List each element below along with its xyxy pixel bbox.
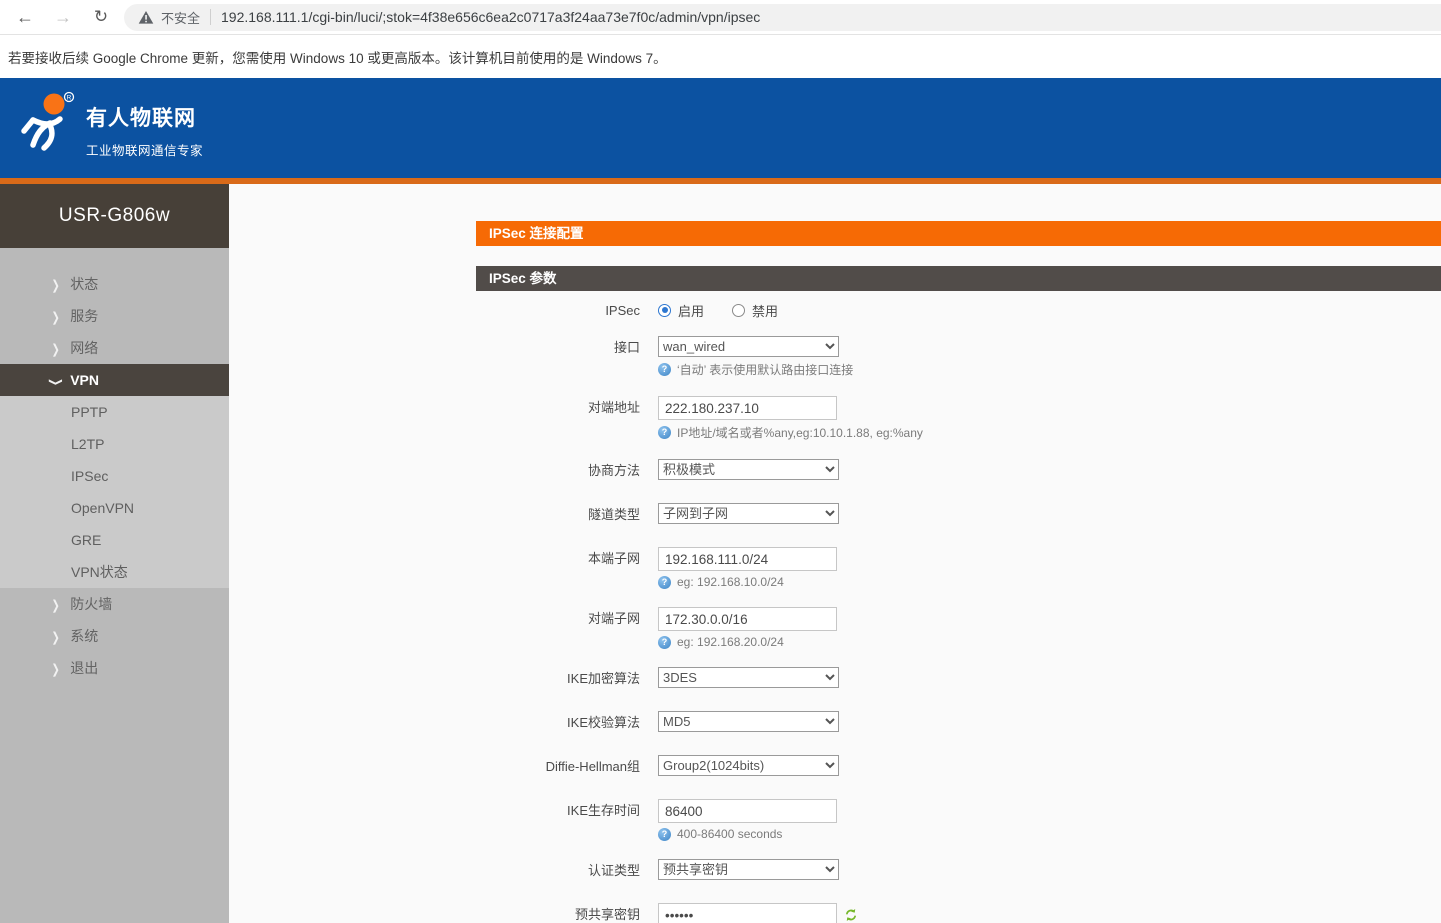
forward-icon[interactable]: → bbox=[52, 7, 74, 28]
ike-lifetime-hint: ? 400-86400 seconds bbox=[658, 827, 837, 841]
dh-group-select[interactable]: Group2(1024bits) bbox=[658, 755, 839, 776]
reload-icon[interactable]: ↻ bbox=[90, 7, 112, 27]
help-icon: ? bbox=[658, 426, 671, 439]
peer-subnet-input[interactable] bbox=[658, 607, 837, 631]
browser-toolbar: ← → ↻ 不安全 192.168.111.1/cgi-bin/luci/;st… bbox=[0, 0, 1441, 35]
address-separator bbox=[210, 9, 211, 25]
sidebar: USR-G806w ❯状态 ❯服务 ❯网络 ❯VPN PPTP L2TP IPS… bbox=[0, 184, 229, 923]
vpn-submenu: PPTP L2TP IPSec OpenVPN GRE VPN状态 bbox=[0, 396, 229, 588]
preshared-key-input[interactable] bbox=[658, 903, 837, 923]
field-label-tunnel-type: 隧道类型 bbox=[229, 503, 640, 526]
hint-text: 400-86400 seconds bbox=[677, 827, 782, 841]
hint-text: eg: 192.168.20.0/24 bbox=[677, 635, 784, 649]
main-content: IPSec 连接配置 IPSec 参数 IPSec 启用 禁用 bbox=[229, 184, 1441, 923]
chevron-right-icon: ❯ bbox=[51, 651, 59, 689]
peer-address-input[interactable] bbox=[658, 396, 837, 420]
brand-name: 有人物联网 bbox=[86, 102, 1441, 132]
brand-slogan: 工业物联网通信专家 bbox=[86, 140, 1441, 159]
peer-address-hint: ? IP地址/域名或者%any,eg:10.10.1.88, eg:%any bbox=[658, 424, 923, 441]
ike-lifetime-input[interactable] bbox=[658, 799, 837, 823]
sidebar-item-label: 服务 bbox=[70, 308, 98, 324]
ike-hash-select[interactable]: MD5 bbox=[658, 711, 839, 732]
help-icon: ? bbox=[658, 828, 671, 841]
field-label-peer-subnet: 对端子网 bbox=[229, 607, 640, 630]
interface-hint: ? ‘自动’ 表示使用默认路由接口连接 bbox=[658, 361, 853, 378]
auth-type-select[interactable]: 预共享密钥 bbox=[658, 859, 839, 880]
disable-radio[interactable] bbox=[732, 304, 745, 317]
sidebar-item-system[interactable]: ❯系统 bbox=[0, 620, 229, 652]
sidebar-item-label: 退出 bbox=[70, 660, 98, 676]
help-icon: ? bbox=[658, 636, 671, 649]
notification-text: 若要接收后续 Google Chrome 更新，您需使用 Windows 10 … bbox=[8, 47, 667, 67]
negotiation-select[interactable]: 积极模式 bbox=[658, 459, 839, 480]
page-title: IPSec 连接配置 bbox=[476, 221, 1441, 246]
sidebar-item-network[interactable]: ❯网络 bbox=[0, 332, 229, 364]
section-title: IPSec 参数 bbox=[476, 266, 1441, 291]
hint-text: IP地址/域名或者%any,eg:10.10.1.88, eg:%any bbox=[677, 424, 923, 441]
screen: ← → ↻ 不安全 192.168.111.1/cgi-bin/luci/;st… bbox=[0, 0, 1441, 923]
interface-select[interactable]: wan_wired bbox=[658, 336, 839, 357]
sidebar-nav: ❯状态 ❯服务 ❯网络 ❯VPN PPTP L2TP IPSec OpenVPN… bbox=[0, 248, 229, 684]
ipsec-enable-radio-group: 启用 禁用 bbox=[658, 299, 806, 321]
help-icon: ? bbox=[658, 576, 671, 589]
sidebar-item-vpn[interactable]: ❯VPN bbox=[0, 364, 229, 396]
brand-block: 有人物联网 工业物联网通信专家 bbox=[86, 78, 1441, 159]
sidebar-item-firewall[interactable]: ❯防火墙 bbox=[0, 588, 229, 620]
url-text[interactable]: 192.168.111.1/cgi-bin/luci/;stok=4f38e65… bbox=[221, 9, 760, 25]
local-subnet-input[interactable] bbox=[658, 547, 837, 571]
usr-iot-logo-icon: R bbox=[16, 89, 80, 160]
field-label-interface: 接口 bbox=[229, 336, 640, 359]
svg-text:R: R bbox=[67, 95, 72, 102]
sidebar-item-label: 系统 bbox=[70, 628, 98, 644]
hint-text: eg: 192.168.10.0/24 bbox=[677, 575, 784, 589]
sidebar-item-services[interactable]: ❯服务 bbox=[0, 300, 229, 332]
field-label-peer-address: 对端地址 bbox=[229, 396, 640, 419]
sidebar-item-l2tp[interactable]: L2TP bbox=[0, 428, 229, 460]
chevron-down-icon: ❯ bbox=[36, 378, 74, 386]
ipsec-form: IPSec 启用 禁用 接口 wan bbox=[229, 291, 1441, 923]
refresh-icon[interactable] bbox=[844, 908, 858, 922]
enable-radio[interactable] bbox=[658, 304, 671, 317]
device-name: USR-G806w bbox=[0, 184, 229, 248]
field-label-preshared-key: 预共享密钥 bbox=[229, 903, 640, 923]
sidebar-item-pptp[interactable]: PPTP bbox=[0, 396, 229, 428]
local-subnet-hint: ? eg: 192.168.10.0/24 bbox=[658, 575, 837, 589]
sidebar-item-label: 网络 bbox=[70, 340, 98, 356]
sidebar-item-openvpn[interactable]: OpenVPN bbox=[0, 492, 229, 524]
enable-radio-label[interactable]: 启用 bbox=[678, 301, 704, 320]
sidebar-item-ipsec[interactable]: IPSec bbox=[0, 460, 229, 492]
field-label-ipsec: IPSec bbox=[229, 299, 640, 322]
field-label-auth-type: 认证类型 bbox=[229, 859, 640, 882]
help-icon: ? bbox=[658, 363, 671, 376]
peer-subnet-hint: ? eg: 192.168.20.0/24 bbox=[658, 635, 837, 649]
back-icon[interactable]: ← bbox=[14, 7, 36, 28]
sidebar-item-vpn-status[interactable]: VPN状态 bbox=[0, 556, 229, 588]
warning-triangle-icon[interactable] bbox=[138, 10, 154, 25]
address-bar[interactable]: 不安全 192.168.111.1/cgi-bin/luci/;stok=4f3… bbox=[124, 4, 1441, 31]
sidebar-item-label: 防火墙 bbox=[70, 596, 112, 612]
field-label-ike-lifetime: IKE生存时间 bbox=[229, 799, 640, 822]
ike-encryption-select[interactable]: 3DES bbox=[658, 667, 839, 688]
field-label-local-subnet: 本端子网 bbox=[229, 547, 640, 570]
tunnel-type-select[interactable]: 子网到子网 bbox=[658, 503, 839, 524]
browser-notification-bar: 若要接收后续 Google Chrome 更新，您需使用 Windows 10 … bbox=[0, 35, 1441, 78]
field-label-ike-hash: IKE校验算法 bbox=[229, 711, 640, 734]
field-label-ike-encryption: IKE加密算法 bbox=[229, 667, 640, 690]
sidebar-item-gre[interactable]: GRE bbox=[0, 524, 229, 556]
security-label[interactable]: 不安全 bbox=[161, 8, 200, 27]
site-header: R 有人物联网 工业物联网通信专家 bbox=[0, 78, 1441, 178]
field-label-dh-group: Diffie-Hellman组 bbox=[229, 755, 640, 778]
sidebar-item-status[interactable]: ❯状态 bbox=[0, 268, 229, 300]
disable-radio-label[interactable]: 禁用 bbox=[752, 301, 778, 320]
hint-text: ‘自动’ 表示使用默认路由接口连接 bbox=[677, 361, 853, 378]
sidebar-item-label: 状态 bbox=[70, 276, 98, 292]
sidebar-item-logout[interactable]: ❯退出 bbox=[0, 652, 229, 684]
field-label-negotiation: 协商方法 bbox=[229, 459, 640, 482]
